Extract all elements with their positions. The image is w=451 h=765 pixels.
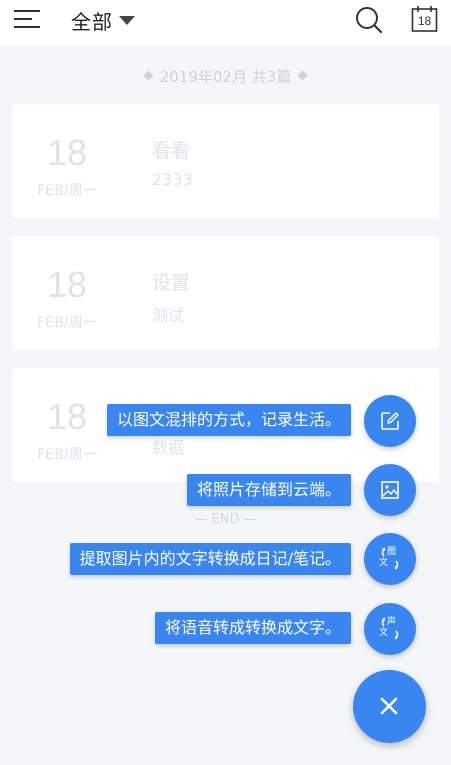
card-month-weekday: FEB/周一 bbox=[37, 183, 97, 199]
card-body: 2333 bbox=[152, 170, 193, 189]
fab-label-rich-text-diary[interactable]: 以图文混排的方式，记录生活。 bbox=[106, 404, 351, 436]
glyph-image-char: 图 bbox=[387, 547, 397, 557]
diary-card[interactable]: 18 FEB/周一 看看 2333 bbox=[12, 104, 439, 218]
calendar-day-number: 18 bbox=[417, 14, 432, 28]
card-month-weekday: FEB/周一 bbox=[37, 315, 97, 331]
upload-photo-button[interactable] bbox=[364, 464, 416, 516]
card-month-weekday: FEB/周一 bbox=[37, 447, 97, 463]
glyph-text-char: 文 bbox=[379, 558, 389, 568]
diamond-icon bbox=[297, 70, 308, 81]
glyph-text-char: 文 bbox=[379, 628, 389, 638]
card-body: 测试 bbox=[152, 306, 185, 325]
card-day: 18 bbox=[46, 396, 88, 437]
image-icon bbox=[381, 481, 399, 499]
search-icon[interactable] bbox=[355, 6, 383, 34]
voice-to-text-button[interactable]: 声 文 bbox=[364, 603, 416, 655]
filter-label: 全部 bbox=[71, 10, 113, 34]
month-group-label: 2019年02月 共3篇 bbox=[159, 68, 292, 86]
close-icon bbox=[380, 697, 398, 715]
card-title: 看看 bbox=[152, 140, 191, 162]
card-day: 18 bbox=[46, 264, 88, 305]
menu-icon[interactable] bbox=[14, 8, 42, 32]
fab-label-image-to-text[interactable]: 提取图片内的文字转换成日记/笔记。 bbox=[69, 543, 351, 575]
month-group-header: 2019年02月 共3篇 bbox=[0, 66, 451, 87]
card-body: 数据 bbox=[152, 438, 185, 457]
category-filter-dropdown[interactable]: 全部 bbox=[71, 6, 135, 35]
new-rich-text-diary-button[interactable] bbox=[364, 395, 416, 447]
fab-label-voice-to-text[interactable]: 将语音转成转换成文字。 bbox=[154, 612, 351, 644]
caret-down-icon bbox=[119, 16, 135, 25]
top-bar: 全部 18 bbox=[0, 0, 451, 46]
glyph-voice-char: 声 bbox=[387, 617, 397, 627]
card-title: 设置 bbox=[152, 272, 191, 294]
diamond-icon bbox=[143, 70, 154, 81]
edit-icon bbox=[381, 412, 399, 430]
image-to-text-icon: 图 文 bbox=[375, 546, 405, 572]
card-day: 18 bbox=[46, 132, 88, 173]
fab-label-photo-cloud[interactable]: 将照片存储到云端。 bbox=[186, 474, 351, 506]
voice-to-text-icon: 声 文 bbox=[375, 616, 405, 642]
calendar-icon[interactable]: 18 bbox=[411, 5, 438, 32]
diary-card[interactable]: 18 FEB/周一 设置 测试 bbox=[12, 236, 439, 350]
close-fab-button[interactable] bbox=[353, 670, 426, 743]
image-to-text-button[interactable]: 图 文 bbox=[364, 533, 416, 585]
